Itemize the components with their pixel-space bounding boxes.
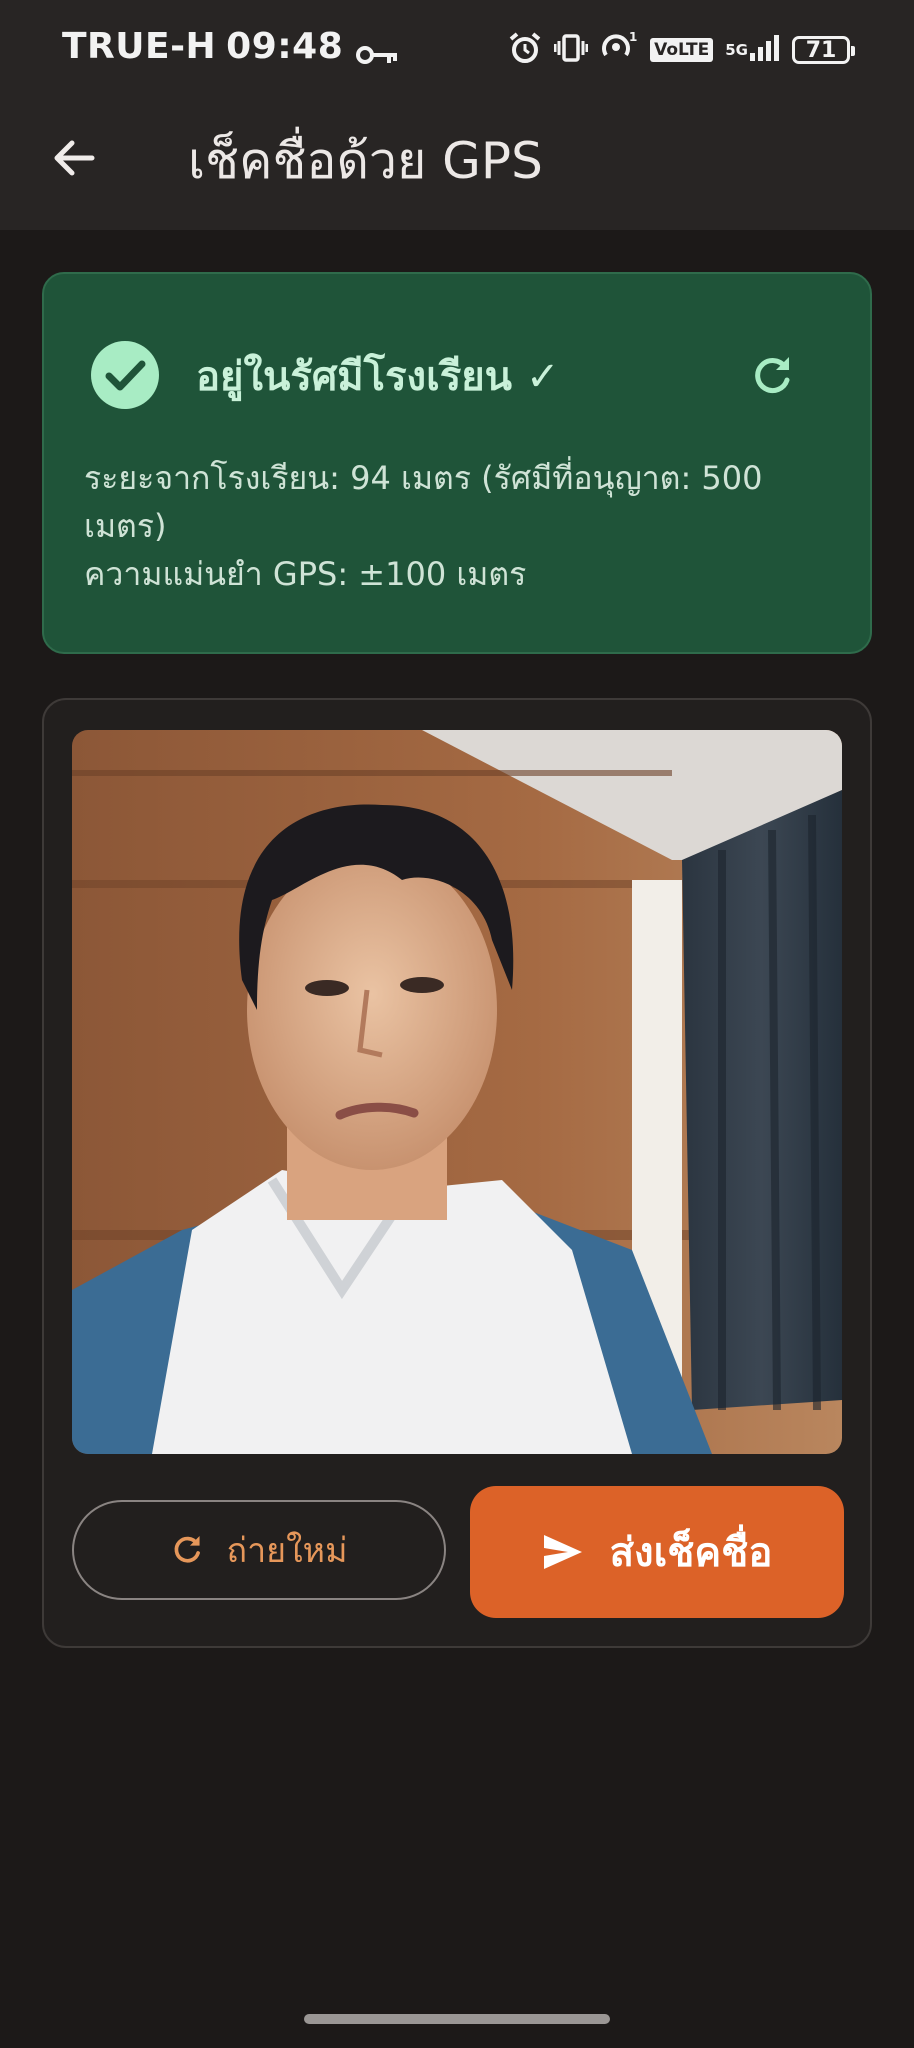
volte-badge: VoLTE — [650, 38, 714, 62]
hotspot-count: 1 — [629, 31, 637, 44]
alarm-icon — [508, 31, 542, 69]
back-button[interactable] — [44, 128, 104, 188]
send-icon — [543, 1535, 582, 1569]
status-bar: TRUE-H 09:48 1 VoLTE 5G 71 — [0, 0, 914, 100]
location-details: ระยะจากโรงเรียน: 94 เมตร (รัศมีที่อนุญาต… — [84, 454, 844, 598]
status-right: 1 VoLTE 5G 71 — [508, 30, 855, 70]
signal-group: 5G — [725, 33, 780, 67]
submit-checkin-button[interactable]: ส่งเช็คชื่อ — [470, 1486, 844, 1618]
gps-accuracy-text: ความแม่นยำ GPS: ±100 เมตร — [84, 555, 527, 593]
network-type: 5G — [725, 41, 748, 59]
location-status-card: อยู่ในรัศมีโรงเรียน ✓ ระยะจากโรงเรียน: 9… — [42, 272, 872, 654]
vibrate-icon — [553, 31, 589, 69]
key-icon — [355, 35, 399, 64]
retake-label: ถ่ายใหม่ — [226, 1531, 348, 1571]
refresh-location-button[interactable] — [744, 348, 800, 404]
retake-button[interactable]: ถ่ายใหม่ — [72, 1500, 446, 1600]
clock: 09:48 — [226, 26, 344, 67]
battery-level: 71 — [805, 37, 837, 63]
submit-label: ส่งเช็คชื่อ — [609, 1530, 773, 1576]
refresh-icon — [175, 1535, 201, 1563]
refresh-icon — [755, 357, 790, 394]
page-title: เช็คชื่อด้วย GPS — [188, 132, 543, 190]
selfie-photo — [72, 730, 842, 1454]
carrier-label: TRUE-H — [62, 26, 217, 67]
signal-icon — [748, 33, 780, 67]
photo-card: ถ่ายใหม่ ส่งเช็คชื่อ — [42, 698, 872, 1648]
app-bar: เช็คชื่อด้วย GPS — [0, 100, 914, 230]
check-circle-icon — [90, 340, 160, 410]
home-indicator[interactable] — [304, 2014, 610, 2024]
back-arrow-icon — [54, 140, 95, 176]
location-status-title: อยู่ในรัศมีโรงเรียน ✓ — [196, 354, 560, 400]
battery-icon: 71 — [792, 36, 855, 64]
distance-text: ระยะจากโรงเรียน: 94 เมตร (รัศมีที่อนุญาต… — [84, 459, 763, 545]
status-left: TRUE-H 09:48 — [62, 26, 399, 67]
hotspot-icon: 1 — [600, 30, 638, 69]
